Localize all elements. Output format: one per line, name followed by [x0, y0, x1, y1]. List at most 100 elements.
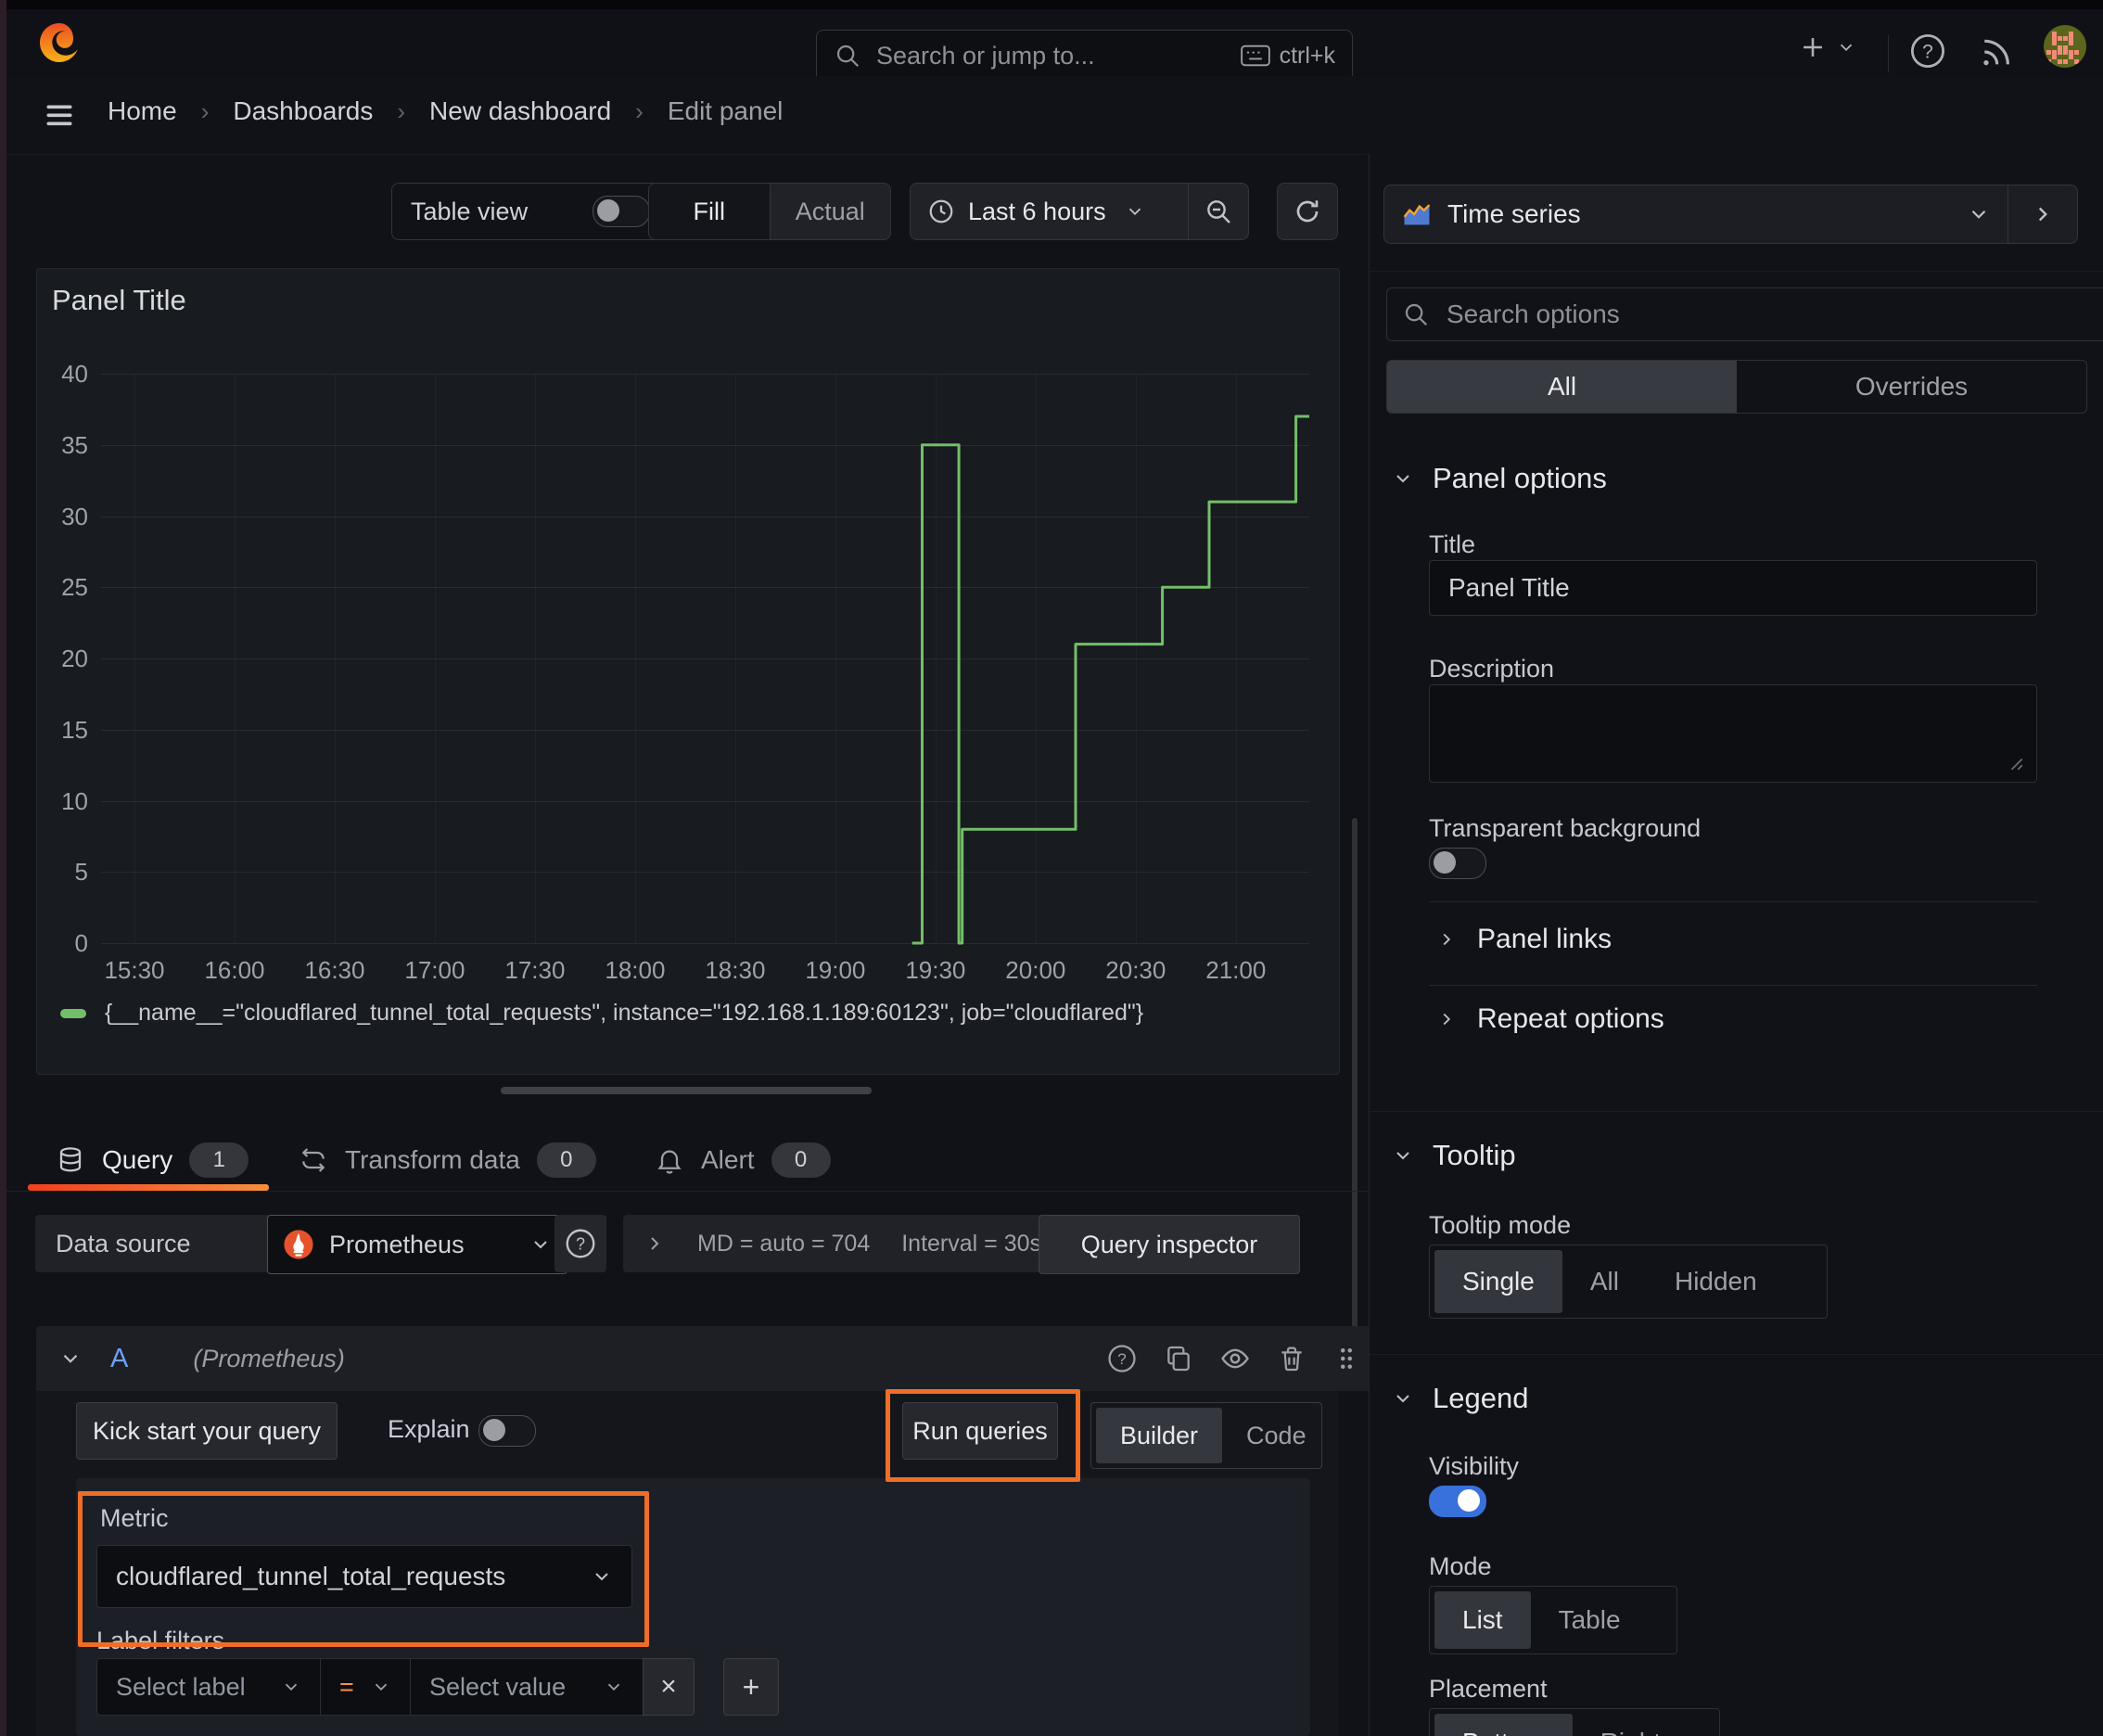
search-input[interactable] [874, 40, 1228, 71]
search-icon [1402, 300, 1430, 328]
legend-visibility-toggle[interactable] [1429, 1486, 1486, 1517]
eye-icon[interactable] [1219, 1343, 1251, 1374]
tooltip-mode-single[interactable]: Single [1434, 1250, 1562, 1313]
builder-option[interactable]: Builder [1096, 1408, 1223, 1463]
legend-placement-bottom[interactable]: Bottom [1434, 1714, 1573, 1736]
operator-dropdown[interactable]: = [320, 1658, 411, 1716]
drag-handle-icon[interactable] [1332, 1345, 1360, 1372]
tab-overrides[interactable]: Overrides [1737, 361, 2086, 413]
tab-query-label: Query [102, 1145, 173, 1174]
description-textarea[interactable] [1429, 684, 2037, 783]
section-divider [1370, 1111, 2103, 1112]
transparent-bg-toggle[interactable] [1429, 848, 1486, 879]
legend-mode-list[interactable]: List [1434, 1591, 1531, 1649]
legend-mode-table[interactable]: Table [1531, 1591, 1649, 1649]
metric-select[interactable]: cloudflared_tunnel_total_requests [96, 1545, 632, 1608]
repeat-options-header: Repeat options [1477, 1003, 1664, 1034]
search-icon [834, 42, 861, 70]
tooltip-mode-label: Tooltip mode [1429, 1211, 1572, 1239]
visualization-select[interactable]: Time series [1384, 185, 2007, 243]
fill-option[interactable]: Fill [649, 184, 771, 239]
tooltip-mode-hidden[interactable]: Hidden [1647, 1250, 1785, 1313]
menu-toggle[interactable] [43, 98, 76, 132]
breadcrumb-new-dashboard[interactable]: New dashboard [429, 96, 611, 126]
tooltip-mode-all[interactable]: All [1562, 1250, 1647, 1313]
run-queries-button[interactable]: Run queries [902, 1402, 1058, 1460]
tooltip-mode-group: Single All Hidden [1429, 1245, 1828, 1319]
datasource-picker[interactable]: Prometheus [267, 1215, 567, 1274]
svg-text:?: ? [576, 1234, 585, 1253]
plus-icon [1797, 32, 1829, 63]
news-rss-button[interactable] [1977, 33, 2014, 70]
datasource-help-button[interactable]: ? [554, 1215, 606, 1272]
repeat-options-section[interactable]: Repeat options [1436, 1003, 1664, 1035]
refresh-button[interactable] [1277, 183, 1338, 240]
chevron-down-icon[interactable] [58, 1347, 83, 1371]
tooltip-header: Tooltip [1433, 1139, 1516, 1171]
panel-links-header: Panel links [1477, 924, 1612, 954]
builder-code-switch: Builder Code [1090, 1402, 1322, 1469]
legend-series-label[interactable]: {__name__="cloudflared_tunnel_total_requ… [105, 1000, 1143, 1027]
user-avatar[interactable] [2044, 25, 2086, 68]
pane-resize-handle[interactable] [501, 1087, 872, 1094]
chevron-down-icon [1967, 202, 1991, 226]
time-range-picker[interactable]: Last 6 hours [911, 184, 1188, 239]
chevron-right-icon [644, 1232, 666, 1255]
grafana-logo[interactable] [37, 20, 82, 65]
explain-toggle[interactable] [478, 1415, 536, 1447]
tab-all[interactable]: All [1387, 361, 1737, 413]
time-series-chart[interactable]: 0 5 10 15 20 25 30 35 40 15:30 16:00 16:30 17:00 17:3… [37, 269, 1339, 1074]
query-row-header[interactable]: A (Prometheus) ? [36, 1326, 1383, 1391]
help-icon[interactable]: ? [1106, 1343, 1138, 1374]
legend-section[interactable]: Legend [1392, 1382, 1528, 1415]
datasource-label: Data source [35, 1215, 286, 1272]
panel-options-section[interactable]: Panel options [1392, 462, 1607, 495]
tooltip-section[interactable]: Tooltip [1392, 1139, 1516, 1172]
zoom-out-button[interactable] [1188, 184, 1248, 239]
select-label-placeholder: Select label [116, 1672, 246, 1701]
left-pane-scrollbar[interactable] [1352, 818, 1357, 1374]
remove-filter-button[interactable]: × [643, 1658, 695, 1716]
options-search[interactable] [1386, 287, 2103, 341]
active-tab-underline [28, 1184, 269, 1191]
topbar-divider [1888, 35, 1889, 72]
add-button[interactable] [1797, 32, 1856, 63]
max-data-points: MD = auto = 704 [697, 1230, 871, 1257]
query-datasource-hint: (Prometheus) [193, 1344, 345, 1372]
breadcrumb-home[interactable]: Home [108, 96, 177, 126]
kick-start-query-button[interactable]: Kick start your query [76, 1402, 338, 1460]
panel-title-input[interactable] [1429, 560, 2037, 616]
query-row-actions: ? [1106, 1343, 1360, 1374]
select-value-dropdown[interactable]: Select value [410, 1658, 644, 1716]
tab-query[interactable]: Query 1 [56, 1142, 249, 1178]
hairline [1429, 985, 2037, 986]
tab-transform[interactable]: Transform data 0 [299, 1142, 596, 1178]
panel-options-header: Panel options [1433, 462, 1607, 494]
duplicate-icon[interactable] [1164, 1344, 1193, 1373]
table-view-toggle[interactable] [593, 196, 650, 227]
add-filter-button[interactable]: + [723, 1658, 779, 1716]
description-label: Description [1429, 655, 1555, 683]
visualization-name: Time series [1447, 199, 1581, 228]
global-search[interactable]: ctrl+k [816, 30, 1353, 82]
options-sidebar: Time series All Overrides Panel options [1369, 154, 2103, 1736]
sidebar-divider [1370, 271, 2103, 272]
actual-option[interactable]: Actual [771, 184, 891, 239]
title-label: Title [1429, 530, 1476, 558]
panel-links-section[interactable]: Panel links [1436, 924, 1612, 955]
svg-text:?: ? [1117, 1350, 1126, 1368]
help-button[interactable]: ? [1908, 32, 1947, 70]
query-inspector-button[interactable]: Query inspector [1039, 1215, 1300, 1274]
breadcrumb-dashboards[interactable]: Dashboards [233, 96, 373, 126]
trash-icon[interactable] [1277, 1344, 1306, 1373]
chart-legend: {__name__="cloudflared_tunnel_total_requ… [60, 1000, 1143, 1027]
chevron-right-icon: › [635, 96, 644, 125]
panel-preview-card: Panel Title 0 5 10 15 20 25 30 35 40 15:30 16:00 16… [36, 268, 1340, 1075]
code-option[interactable]: Code [1222, 1408, 1331, 1463]
legend-placement-right[interactable]: Right [1573, 1714, 1689, 1736]
tab-alert[interactable]: Alert 0 [655, 1142, 831, 1178]
select-label-dropdown[interactable]: Select label [96, 1658, 321, 1716]
select-value-placeholder: Select value [429, 1672, 567, 1701]
options-search-input[interactable] [1445, 299, 2101, 330]
toggle-viz-suggestions-button[interactable] [2007, 185, 2077, 243]
